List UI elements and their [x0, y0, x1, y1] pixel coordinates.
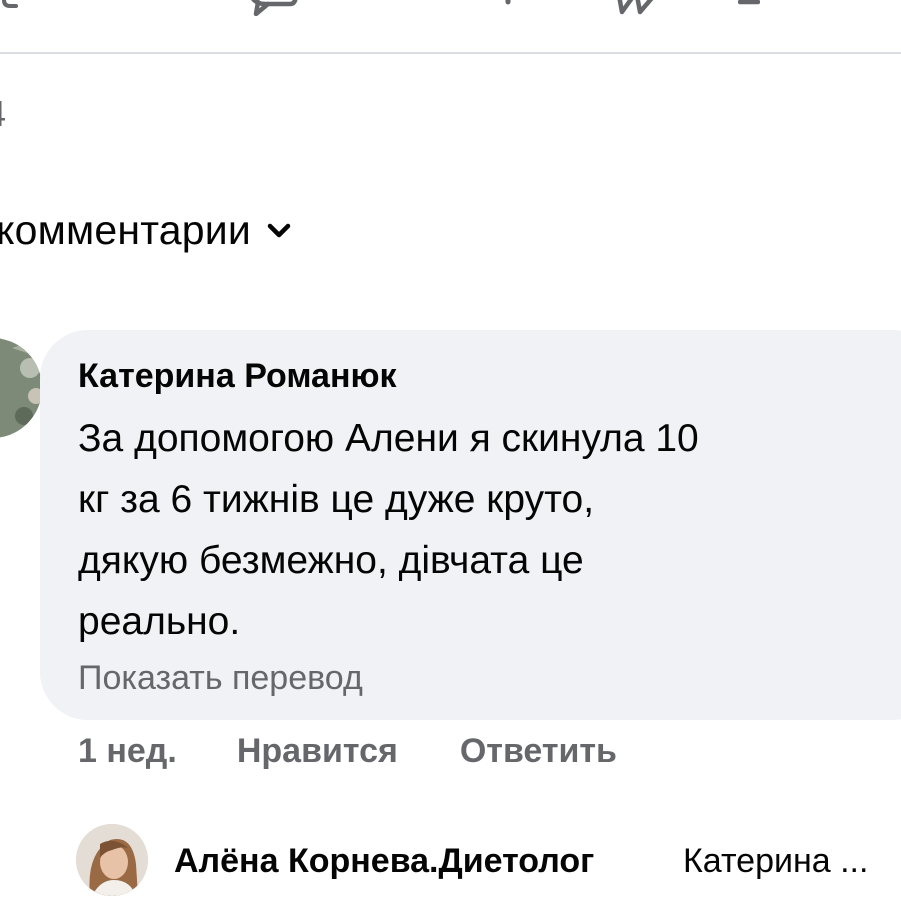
comments-sort-label: комментарии — [0, 207, 251, 253]
comment-author[interactable]: Катерина Романюк — [78, 354, 397, 398]
reply-avatar-image — [76, 824, 148, 896]
avatar-image — [0, 338, 42, 438]
comment-timestamp[interactable]: 1 нед. — [78, 732, 177, 771]
comment-text: За допомогою Алени я скинула 10 кг за 6 … — [78, 408, 878, 652]
chevron-down-icon — [267, 223, 291, 238]
comment-text-line: реально. — [78, 600, 241, 643]
comment-text-line: дякую безмежно, дівчата це — [78, 539, 584, 582]
comment-text-line: За допомогою Алени я скинула 10 — [78, 417, 699, 460]
comment-text-line: кг за 6 тижнів це дуже круто, — [78, 478, 595, 521]
like-icon[interactable] — [0, 0, 20, 10]
reply-avatar[interactable] — [76, 824, 148, 896]
like-button[interactable]: Нравится — [237, 732, 398, 771]
reply-author[interactable]: Алёна Корнева.Диетолог — [174, 838, 594, 884]
divider — [0, 52, 901, 54]
post-action-bar — [0, 0, 901, 16]
show-translation-link[interactable]: Показать перевод — [78, 656, 363, 700]
reply-preview-text[interactable]: Катерина ... — [683, 838, 868, 884]
share-icon[interactable] — [612, 0, 668, 16]
reply-button[interactable]: Ответить — [460, 732, 617, 771]
comment-icon[interactable] — [244, 0, 300, 16]
post-comments-screen: 4 комментарии Катерина Романюк За допомо… — [0, 0, 901, 900]
more-icon[interactable] — [738, 0, 760, 6]
reaction-count[interactable]: 4 — [0, 92, 6, 136]
send-icon[interactable] — [500, 0, 516, 6]
avatar[interactable] — [0, 338, 42, 438]
comments-sort-dropdown[interactable]: комментарии — [0, 202, 291, 258]
comment-actions: 1 нед. Нравится Ответить — [78, 728, 617, 774]
